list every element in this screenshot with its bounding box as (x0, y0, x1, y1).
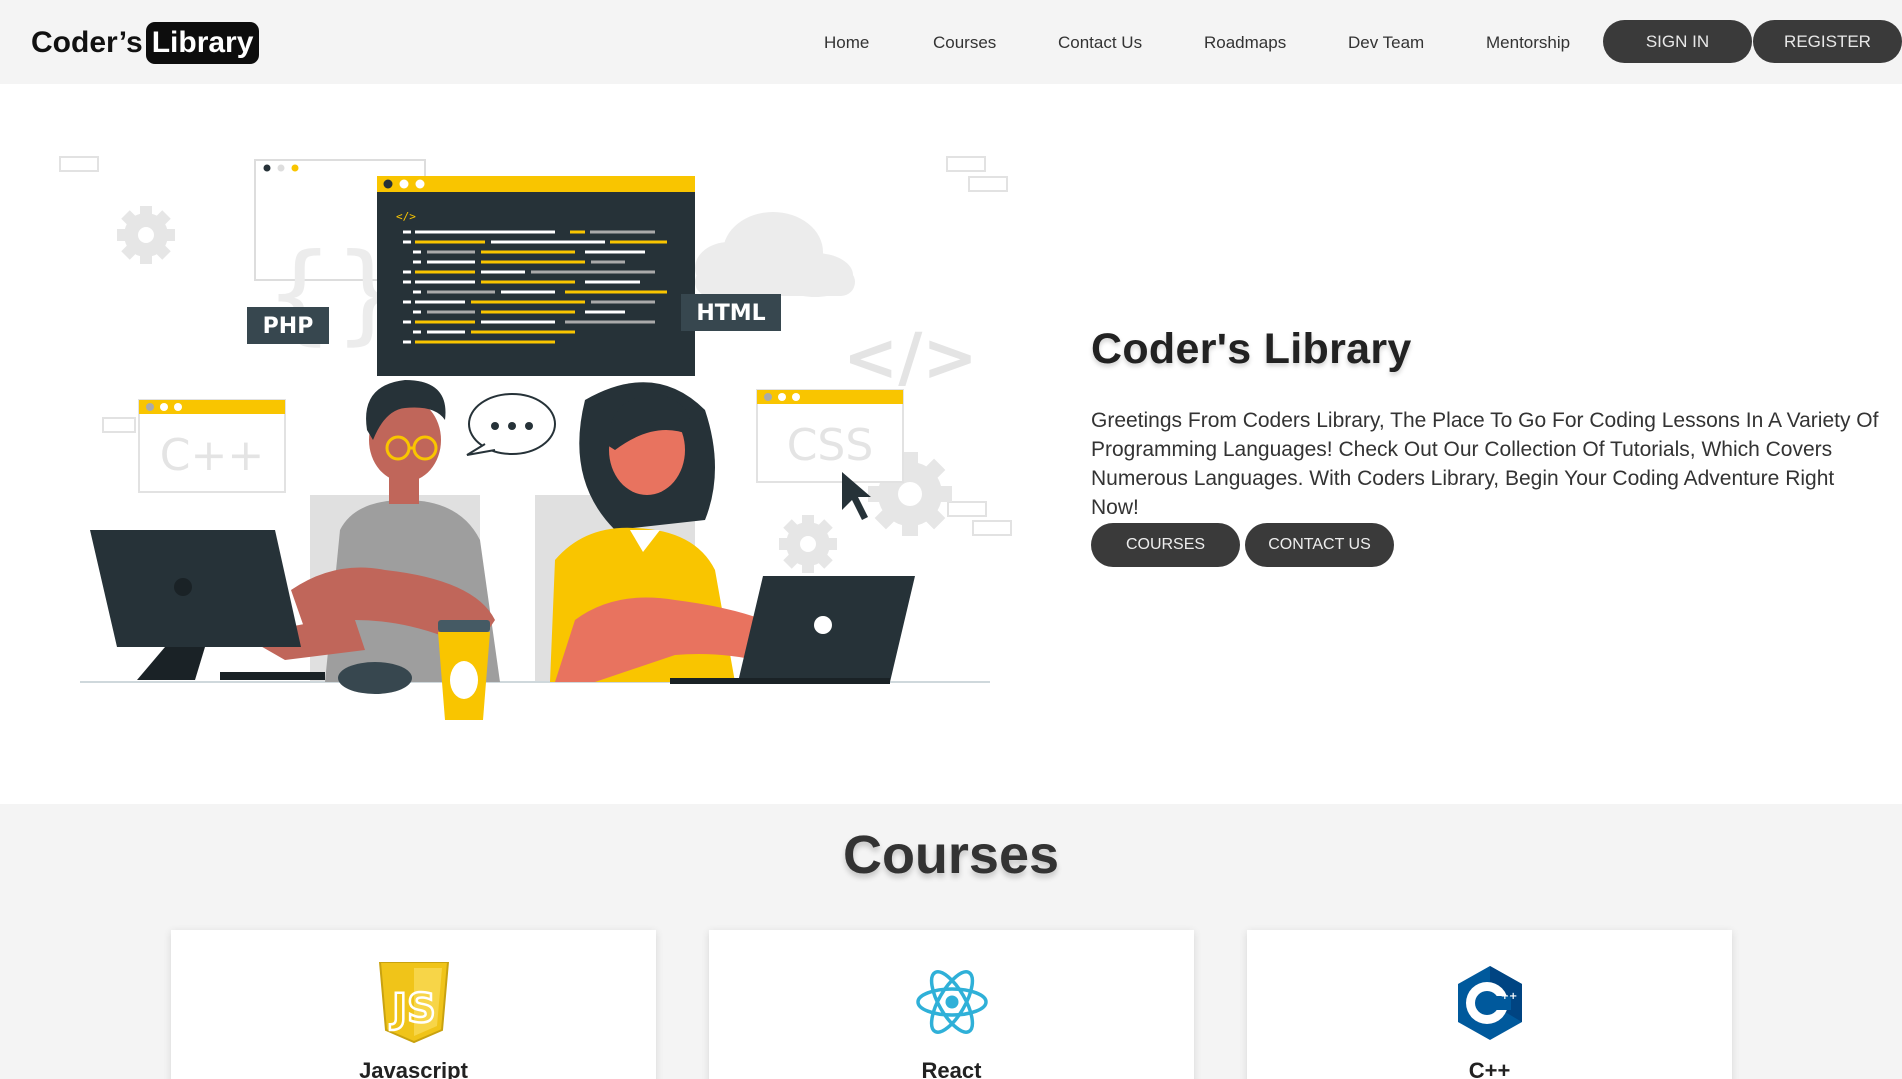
course-card-title: React (921, 1058, 982, 1079)
cpp-logo-icon: ++ (1457, 966, 1522, 1040)
speech-bubble-icon (466, 393, 556, 456)
top-navbar: Coder’s Library Home Courses Contact Us … (0, 0, 1902, 84)
svg-text:</>: </> (396, 210, 416, 223)
coffee-cup-icon (438, 620, 490, 720)
course-card-react[interactable]: React (709, 930, 1194, 1079)
svg-text:PHP: PHP (263, 314, 314, 339)
cpp-window: C++ (138, 399, 286, 493)
logo-text-coders: Coder’s (31, 26, 143, 59)
course-card-title: Javascript (359, 1058, 468, 1079)
hero-courses-button[interactable]: COURSES (1091, 523, 1240, 567)
courses-heading: Courses (842, 825, 1060, 885)
gear-icon (779, 515, 837, 573)
php-label-tag: PHP (247, 307, 329, 344)
html-label-tag: HTML (681, 294, 781, 331)
nav-link-roadmaps[interactable]: Roadmaps (1204, 33, 1286, 53)
register-button[interactable]: REGISTER (1753, 20, 1902, 63)
js-logo-icon: JS (378, 962, 449, 1044)
course-card-cpp[interactable]: ++ C++ (1247, 930, 1732, 1079)
logo-text-library: Library (145, 22, 260, 64)
mouse-device (338, 662, 412, 694)
courses-section: Courses JS Javascript React ++ C++ (0, 804, 1902, 1079)
nav-link-home[interactable]: Home (824, 33, 869, 53)
nav-link-mentorship[interactable]: Mentorship (1486, 33, 1570, 53)
gear-icon (117, 206, 175, 264)
nav-link-courses[interactable]: Courses (933, 33, 996, 53)
svg-text:JS: JS (389, 986, 436, 1032)
css-window: CSS (756, 389, 904, 483)
react-logo-icon (915, 970, 988, 1034)
hero-contact-us-button[interactable]: CONTACT US (1245, 523, 1394, 567)
svg-text:++: ++ (1500, 991, 1517, 1002)
code-tag-symbol: </> (843, 319, 978, 396)
cloud-icon (695, 212, 855, 297)
sign-in-button[interactable]: SIGN IN (1603, 20, 1752, 63)
nav-link-contact-us[interactable]: Contact Us (1058, 33, 1142, 53)
hero-illustration: {} </> </> PHP HTML C++ CSS (59, 156, 1012, 720)
course-card-title: C++ (1468, 1058, 1511, 1079)
site-logo[interactable]: Coder’s Library (31, 22, 260, 64)
course-card-javascript[interactable]: JS Javascript (171, 930, 656, 1079)
hero-description: Greetings From Coders Library, The Place… (1091, 409, 1879, 519)
nav-link-dev-team[interactable]: Dev Team (1348, 33, 1424, 53)
code-editor-window: </> (377, 176, 695, 376)
svg-text:HTML: HTML (696, 301, 765, 326)
svg-text:CSS: CSS (787, 420, 874, 471)
svg-text:C++: C++ (160, 430, 264, 481)
hero-title: Coder's Library (1091, 325, 1412, 373)
